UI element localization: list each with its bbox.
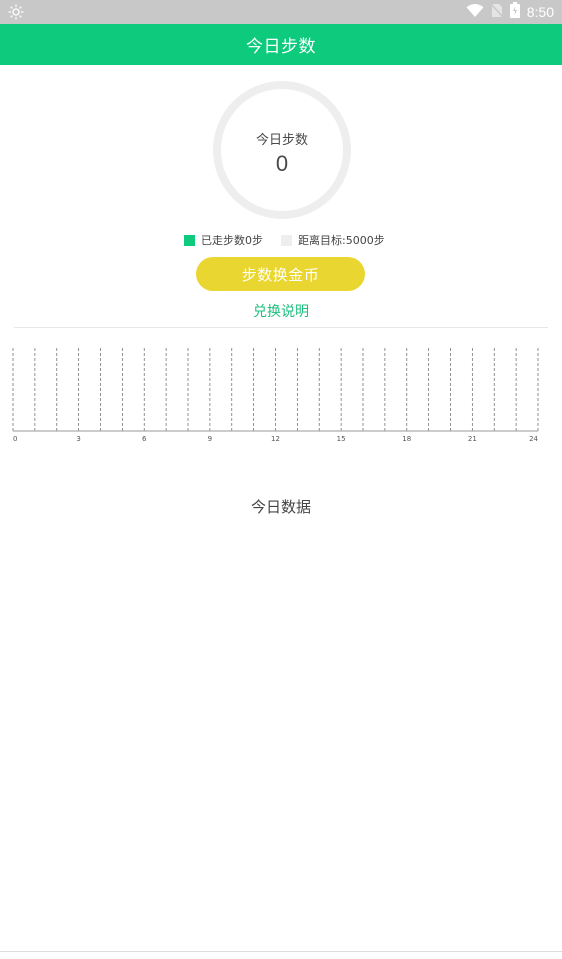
- divider: [14, 327, 548, 328]
- step-count-value: 0: [275, 151, 289, 176]
- x-tick-label: 9: [208, 435, 212, 443]
- app-bar: 今日步数: [0, 24, 562, 65]
- exchange-coins-button[interactable]: 步数换金币: [196, 257, 365, 291]
- x-tick-label: 18: [402, 435, 411, 443]
- x-tick-label: 24: [529, 435, 538, 443]
- legend-remaining: 距离目标:5000步: [281, 232, 385, 248]
- status-bar: 8:50: [0, 0, 562, 24]
- x-tick-label: 3: [76, 435, 80, 443]
- x-tick-label: 6: [142, 435, 147, 443]
- x-tick-label: 12: [271, 435, 280, 443]
- steps-progress-ring: [213, 81, 351, 219]
- today-data-title: 今日数据: [250, 498, 311, 516]
- clock-time: 8:50: [526, 4, 554, 20]
- x-tick-label: 21: [468, 435, 477, 443]
- no-sim-icon: [490, 2, 504, 22]
- legend-remaining-swatch: [281, 234, 292, 246]
- legend-remaining-label: 距离目标:5000步: [298, 234, 385, 247]
- x-tick-label: 0: [13, 435, 17, 443]
- page-title: 今日步数: [246, 37, 316, 57]
- exchange-explanation-link[interactable]: 兑换说明: [0, 301, 562, 321]
- legend-walked-swatch: [184, 234, 195, 246]
- ring-label: 今日步数: [255, 133, 308, 148]
- x-tick-label: 15: [337, 435, 346, 443]
- bottom-divider: [0, 951, 562, 952]
- legend-walked-label: 已走步数0步: [201, 234, 263, 247]
- wifi-icon: [466, 3, 484, 22]
- legend-walked: 已走步数0步: [184, 232, 263, 248]
- hourly-steps-chart: 0 3 6 9 12 15 18 21 24: [12, 348, 539, 443]
- brightness-icon: [8, 4, 24, 24]
- battery-icon: [509, 2, 520, 22]
